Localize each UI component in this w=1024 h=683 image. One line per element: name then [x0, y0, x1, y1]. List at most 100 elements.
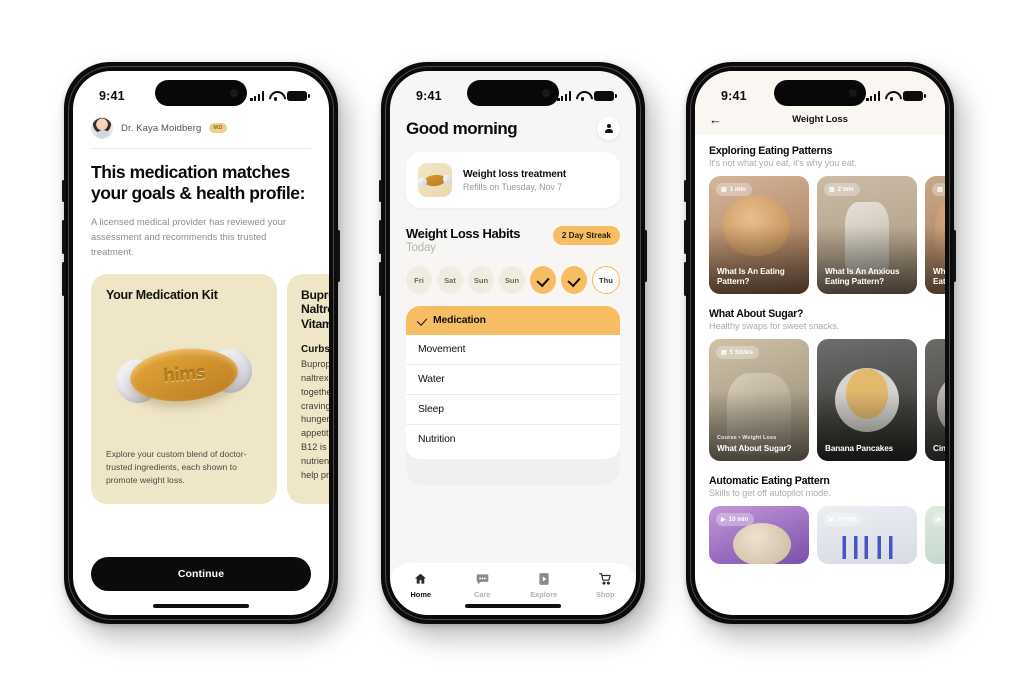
kit-card-description: Explore your custom blend of doctor-trus… — [106, 448, 247, 486]
phone-3-weight-loss-library: 9:41 ← Weight Loss Exploring Eating Patt… — [684, 62, 956, 624]
content-card[interactable]: Cinnamon Apples — [925, 339, 945, 461]
badge-label: 10 min — [728, 516, 749, 523]
md-credential-badge: MD — [209, 123, 227, 133]
badge-label: 14 min — [836, 516, 857, 523]
habit-day-selector[interactable]: Fri Sat Sun Sun Thu — [406, 266, 620, 294]
power-button[interactable] — [953, 230, 956, 282]
continue-button[interactable]: Continue — [91, 557, 311, 591]
volume-up-button[interactable] — [62, 220, 65, 254]
nav-bar: ← Weight Loss — [695, 111, 945, 135]
dynamic-island — [774, 80, 866, 106]
nav-title: Weight Loss — [792, 114, 848, 125]
section-card-row[interactable]: ▤ 5 Slides Course • Weight Loss What Abou… — [709, 339, 945, 461]
tab-shop[interactable]: Shop — [581, 572, 629, 599]
tab-explore[interactable]: Explore — [520, 572, 568, 599]
video-icon: ▶ — [721, 517, 726, 523]
power-button[interactable] — [644, 230, 647, 282]
content-card[interactable]: ▤ 1 min What Is An Eating Pattern? — [709, 176, 809, 294]
battery-icon — [903, 90, 926, 102]
phone-2-home-screen: 9:41 Good morning Weight loss treatment … — [379, 62, 647, 624]
day-chip[interactable]: Fri — [406, 266, 432, 294]
day-chip-completed[interactable] — [561, 266, 587, 294]
article-icon: ▤ — [721, 350, 727, 356]
status-time: 9:41 — [416, 89, 442, 103]
dynamic-island — [155, 80, 247, 106]
content-card[interactable]: ▶10 min — [925, 506, 945, 564]
duration-badge: ▤ 1 min — [716, 183, 752, 196]
habits-today-label: Today — [406, 242, 436, 254]
tab-home[interactable]: Home — [397, 572, 445, 599]
section-automatic-eating-pattern: Automatic Eating Pattern Skills to get o… — [709, 475, 945, 564]
day-chip[interactable]: Sun — [499, 266, 525, 294]
power-button[interactable] — [337, 230, 340, 282]
volume-down-button[interactable] — [684, 262, 687, 296]
content-card[interactable]: ▤ 5 Slides Course • Weight Loss What Abou… — [709, 339, 809, 461]
badge-label: 5 Slides — [729, 349, 754, 356]
mute-switch[interactable] — [684, 180, 687, 202]
section-exploring-eating-patterns: Exploring Eating Patterns It's not what … — [709, 145, 945, 294]
day-chip[interactable]: Sat — [437, 266, 463, 294]
phone-2-content: Good morning Weight loss treatment Refil… — [390, 111, 636, 485]
habits-header: Weight Loss Habits Today 2 Day Streak — [406, 226, 620, 254]
content-card[interactable]: ▤2 min What Is An Automatic Eating Patte… — [925, 176, 945, 294]
card-caption: What About Sugar? — [717, 444, 792, 453]
detail-card-subheading: Curbs cravings — [301, 344, 329, 356]
greeting-row: Good morning — [406, 111, 620, 152]
card-caption: Cinnamon Apples — [933, 444, 945, 453]
mute-switch[interactable] — [62, 180, 65, 202]
section-title: What About Sugar? — [709, 308, 804, 320]
habit-list: Medication Movement Water Sleep Nutritio… — [406, 306, 620, 485]
habit-item-water[interactable]: Water — [406, 365, 620, 395]
section-title: Exploring Eating Patterns — [709, 145, 833, 157]
home-indicator[interactable] — [153, 604, 249, 608]
volume-up-button[interactable] — [684, 220, 687, 254]
treatment-thumbnail — [418, 163, 452, 197]
medication-kit-card[interactable]: Your Medication Kit hims Explore your cu… — [91, 273, 277, 504]
chat-icon — [475, 572, 490, 586]
card-caption: What Is An Automatic Eating Pattern? — [933, 267, 945, 286]
day-label: Thu — [599, 275, 613, 285]
duration-badge: ▤2 min — [824, 183, 860, 196]
streak-badge: 2 Day Streak — [552, 226, 620, 245]
cellular-signal-icon — [866, 91, 880, 101]
battery-icon — [287, 90, 310, 102]
divider — [91, 148, 311, 149]
phone-2-screen: 9:41 Good morning Weight loss treatment … — [390, 71, 636, 615]
dynamic-island — [467, 80, 559, 106]
tab-care[interactable]: Care — [458, 572, 506, 599]
cellular-signal-icon — [557, 91, 571, 101]
mute-switch[interactable] — [379, 180, 382, 202]
habit-item-sleep[interactable]: Sleep — [406, 395, 620, 425]
content-card[interactable]: Banana Pancakes — [817, 339, 917, 461]
content-card[interactable]: ▤ 2 min What Is An Anxious Eating Pattern… — [817, 176, 917, 294]
status-indicators — [866, 90, 926, 102]
tab-label: Explore — [530, 590, 558, 599]
habit-item-movement[interactable]: Movement — [406, 335, 620, 365]
pill-brand-label: hims — [162, 362, 206, 387]
day-chip-completed[interactable] — [530, 266, 556, 294]
day-label: Sun — [504, 275, 520, 285]
phone-3-content: Exploring Eating Patterns It's not what … — [695, 135, 945, 564]
tab-label: Home — [410, 590, 432, 599]
day-chip[interactable]: Sun — [468, 266, 494, 294]
medication-detail-card[interactable]: Bupropion Naltrexone Vitamin B12 Curbs c… — [287, 273, 329, 504]
section-card-row[interactable]: ▶10 min ▶14 min ▶10 min — [709, 506, 945, 564]
profile-button[interactable] — [597, 117, 620, 140]
habit-item-medication[interactable]: Medication — [406, 306, 620, 335]
content-card[interactable]: ▶ 14 min — [817, 506, 917, 564]
day-chip-today[interactable]: Thu — [592, 266, 620, 294]
video-icon: ▶ — [829, 517, 834, 523]
volume-up-button[interactable] — [379, 220, 382, 254]
medication-kit-carousel[interactable]: Your Medication Kit hims Explore your cu… — [91, 273, 329, 504]
volume-down-button[interactable] — [62, 262, 65, 296]
section-card-row[interactable]: ▤ 1 min What Is An Eating Pattern? ▤ 2 min… — [709, 176, 945, 294]
content-card[interactable]: ▶10 min — [709, 506, 809, 564]
treatment-card[interactable]: Weight loss treatment Refills on Tuesday… — [406, 152, 620, 208]
home-indicator[interactable] — [465, 604, 561, 608]
tab-label: Shop — [596, 590, 615, 599]
volume-down-button[interactable] — [379, 262, 382, 296]
habit-label: Medication — [433, 315, 486, 326]
habit-item-nutrition[interactable]: Nutrition — [406, 425, 620, 459]
greeting-title: Good morning — [406, 118, 518, 138]
badge-label: 2 min — [837, 186, 854, 193]
